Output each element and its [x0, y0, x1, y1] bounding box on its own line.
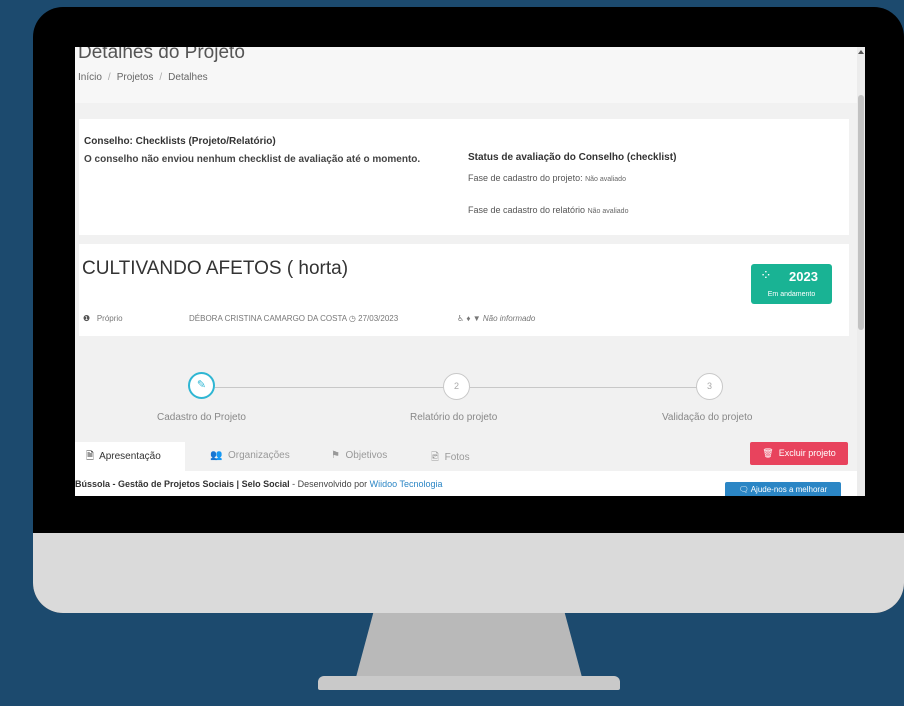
tab-apresentacao[interactable]: 🗎 Apresentação — [75, 442, 185, 471]
breadcrumb-detalhes: Detalhes — [168, 72, 208, 83]
project-phase-label: Fase de cadastro do projeto: — [468, 173, 583, 183]
step-connector — [215, 387, 457, 388]
tab-label: Fotos — [444, 452, 470, 463]
developer-link[interactable]: Wiidoo Tecnologia — [370, 479, 443, 489]
tab-fotos[interactable]: 🖻 Fotos — [431, 450, 470, 467]
tab-label: Apresentação — [99, 451, 161, 462]
info-icon: ❶ — [83, 314, 91, 323]
users-icon: 👥 — [210, 450, 223, 461]
footer-text: Bússola - Gestão de Projetos Sociais | S… — [75, 479, 443, 489]
report-phase-value: Não avaliado — [587, 208, 629, 215]
page-header: Detalhes do Projeto Início / Projetos / Deta… — [75, 47, 857, 103]
project-phase-status: Fase de cadastro do projeto: Não avaliad… — [468, 173, 626, 183]
accessibility-icon: ♿ ♦ ▼ — [457, 314, 481, 323]
author-name: DÉBORA CRISTINA CAMARGO DA COSTA — [189, 314, 347, 323]
project-date: 27/03/2023 — [358, 314, 399, 323]
step-3-label: Validação do projeto — [662, 412, 753, 423]
step-2-circle[interactable]: 2 — [443, 373, 470, 400]
project-type-label: Próprio — [96, 314, 123, 323]
tab-label: Objetivos — [345, 450, 388, 461]
screen: Detalhes do Projeto Início / Projetos / Deta… — [75, 47, 865, 496]
document-icon: 🗎 — [86, 451, 95, 462]
project-accessibility: ♿ ♦ ▼ Não informado — [457, 314, 535, 323]
council-message: O conselho não enviou nenhum checklist d… — [84, 154, 421, 165]
spinner-icon: ⁘ — [760, 267, 772, 283]
clock-icon: ◷ — [348, 314, 356, 323]
delete-label: Excluir projeto — [778, 448, 836, 458]
scrollbar[interactable] — [857, 47, 865, 496]
tab-objetivos[interactable]: ⚑ Objetivos — [331, 450, 387, 461]
monitor-stand — [355, 613, 583, 681]
project-year: 2023 — [789, 269, 818, 284]
project-type: ❶ Próprio — [83, 314, 123, 323]
council-title: Conselho: Checklists (Projeto/Relatório) — [84, 136, 276, 147]
step-3-circle[interactable]: 3 — [696, 373, 723, 400]
report-phase-status: Fase de cadastro do relatório Não avalia… — [468, 205, 628, 215]
tab-organizacoes[interactable]: 👥 Organizações — [210, 450, 290, 461]
image-icon: 🖻 — [431, 452, 440, 463]
council-status-title: Status de avaliação do Conselho (checkli… — [468, 152, 677, 163]
tab-label: Organizações — [228, 450, 290, 461]
footer: Bússola - Gestão de Projetos Sociais | S… — [75, 471, 857, 496]
council-checklist-card: Conselho: Checklists (Projeto/Relatório)… — [79, 119, 849, 235]
chat-icon: 🗨 — [738, 485, 749, 494]
scrollbar-thumb[interactable] — [858, 95, 864, 330]
project-title: CULTIVANDO AFETOS ( horta) — [82, 258, 349, 279]
step-1-label: Cadastro do Projeto — [157, 412, 246, 423]
page-title: Detalhes do Projeto — [78, 47, 245, 63]
breadcrumb-inicio[interactable]: Início — [78, 72, 102, 83]
monitor-stand-base — [318, 676, 620, 690]
help-label: Ajude-nos a melhorar — [750, 485, 828, 494]
footer-developed-by: - Desenvolvido por — [292, 479, 368, 489]
scroll-up-arrow-icon[interactable] — [858, 50, 864, 54]
step-2-label: Relatório do projeto — [410, 412, 498, 423]
monitor-chin — [33, 533, 904, 613]
project-phase-value: Não avaliado — [585, 176, 626, 183]
step-1-pencil-icon[interactable]: ✎ — [188, 372, 215, 399]
trash-icon: 🗑 — [762, 448, 774, 458]
breadcrumb: Início / Projetos / Detalhes — [78, 72, 208, 83]
project-status-badge: ⁘ 2023 Em andamento — [751, 264, 832, 304]
project-card: CULTIVANDO AFETOS ( horta) ❶ Próprio DÉB… — [79, 244, 849, 336]
footer-brand: Bússola - Gestão de Projetos Sociais | S… — [75, 479, 290, 489]
help-improve-button[interactable]: 🗨 Ajude-nos a melhorar — [725, 482, 841, 496]
flag-icon: ⚑ — [331, 450, 340, 461]
report-phase-label: Fase de cadastro do relatório — [468, 205, 586, 215]
breadcrumb-projetos[interactable]: Projetos — [117, 72, 154, 83]
delete-project-button[interactable]: 🗑 Excluir projeto — [750, 442, 848, 465]
accessibility-value: Não informado — [482, 314, 536, 323]
project-status: Em andamento — [767, 291, 816, 298]
project-author: DÉBORA CRISTINA CAMARGO DA COSTA ◷ 27/03… — [189, 314, 398, 323]
step-connector — [470, 387, 710, 388]
